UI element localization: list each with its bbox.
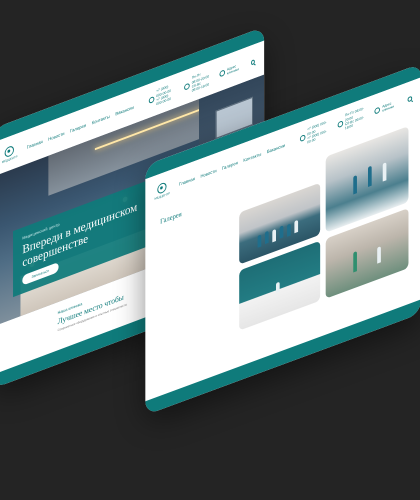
- address-line: Адрес клиники: [226, 63, 239, 76]
- phone-icon: [299, 134, 306, 143]
- contact-address[interactable]: Адрес клиники: [219, 57, 241, 83]
- photo-figure: [377, 246, 381, 264]
- photo-figure: [287, 223, 291, 237]
- photo-figure: [257, 234, 262, 248]
- photo-figure: [353, 175, 357, 195]
- contact-hours: Пн-Пт 08:00-20:00 Сб-Вс 09:00-18:00: [184, 69, 210, 96]
- contact-phone[interactable]: +7 (000) 000-00-00 +7 (000) 000-00-00: [299, 120, 329, 148]
- logo[interactable]: МЕДЦЕНТР: [155, 180, 170, 200]
- nav-item-home[interactable]: Главная: [179, 175, 195, 186]
- photo-figure: [353, 251, 357, 273]
- nav-item-vacancies[interactable]: Вакансии: [115, 104, 133, 116]
- nav-item-gallery[interactable]: Галерея: [70, 122, 86, 133]
- search-icon[interactable]: [250, 58, 255, 66]
- contact-phone[interactable]: +7 (000) 000-00-00 +7 (000) 000-00-00: [148, 82, 175, 109]
- photo-figure: [272, 229, 276, 243]
- nav-item-vacancies[interactable]: Вакансии: [267, 142, 285, 154]
- photo-figure: [294, 219, 299, 234]
- photo-figure: [368, 165, 372, 187]
- stage: МЕДЦЕНТР Главная Новости Галерея Контакт…: [0, 0, 420, 500]
- nav-item-news[interactable]: Новости: [200, 167, 216, 178]
- nav-item-home[interactable]: Главная: [27, 138, 43, 149]
- phone-icon: [148, 95, 155, 105]
- nav-item-gallery[interactable]: Галерея: [222, 160, 238, 171]
- nav-item-contacts[interactable]: Контакты: [92, 113, 110, 125]
- hours-line-2: Сб-Вс 09:00-18:00: [191, 81, 210, 94]
- address-line: Адрес клиники: [382, 100, 395, 113]
- photo-figure: [264, 230, 269, 245]
- location-icon: [374, 106, 381, 115]
- clock-icon: [184, 82, 190, 91]
- logo[interactable]: МЕДЦЕНТР: [2, 143, 17, 164]
- search-icon[interactable]: [407, 95, 413, 102]
- nav-item-news[interactable]: Новости: [48, 130, 64, 141]
- contact-hours: Пн-Пт 08:00-20:00 Сб-Вс 09:00-18:00: [337, 106, 366, 134]
- nav-item-contacts[interactable]: Контакты: [243, 151, 261, 163]
- location-icon: [219, 69, 226, 78]
- photo-figure: [276, 281, 280, 293]
- photo-figure: [279, 225, 284, 239]
- photo-figure: [382, 162, 387, 182]
- contact-address[interactable]: Адрес клиники: [374, 94, 399, 120]
- clock-icon: [337, 120, 344, 129]
- gallery-title: Галерея: [160, 209, 182, 226]
